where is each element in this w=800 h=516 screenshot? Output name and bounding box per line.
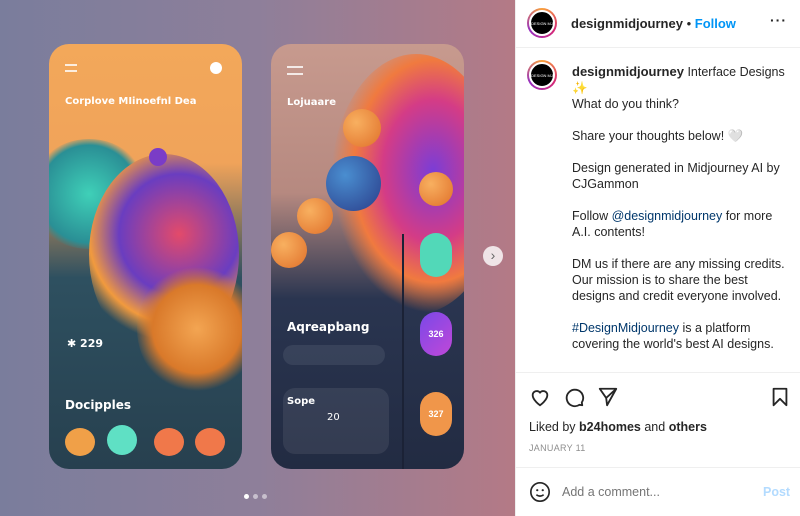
action-bar: Liked by b24homes and others JANUARY 11 xyxy=(516,372,800,482)
avatar-logo: DESIGN MJ xyxy=(529,10,555,36)
phone2-pill-purple: 326 xyxy=(420,312,452,356)
emoji-icon[interactable] xyxy=(529,481,551,503)
phone2-heading: Aqreapbang xyxy=(287,320,370,334)
phone1-title: Corplove MIinoefnl Dea xyxy=(65,96,197,107)
art-sphere xyxy=(149,148,167,166)
likes-summary[interactable]: Liked by b24homes and others xyxy=(529,420,707,434)
username-link[interactable]: designmidjourney xyxy=(571,16,683,31)
menu-icon xyxy=(65,64,77,72)
likes-text: Liked by xyxy=(529,420,580,434)
post-side-panel: DESIGN MJ designmidjourney • Follow ··· … xyxy=(515,0,800,516)
caption: designmidjourney Interface Designs ✨ Wha… xyxy=(572,64,792,352)
circle-button xyxy=(65,428,95,456)
phone2-pill-orange: 327 xyxy=(420,392,452,436)
art-sphere xyxy=(326,156,381,211)
post-media-carousel[interactable]: Corplove MIinoefnl Dea ✱ 229 Docipples L… xyxy=(0,0,515,516)
phone1-section: Docipples xyxy=(65,398,132,412)
likes-others-link[interactable]: others xyxy=(669,420,707,434)
like-heart-icon[interactable] xyxy=(529,386,551,408)
circle-button xyxy=(107,425,137,455)
art-sphere xyxy=(343,109,381,147)
share-send-icon[interactable] xyxy=(597,386,619,408)
comment-input[interactable] xyxy=(562,482,752,502)
phone1-stat: ✱ 229 xyxy=(67,337,104,350)
caption-text: Follow xyxy=(572,209,612,223)
hashtag-link[interactable]: #DesignMidjourney xyxy=(572,321,679,335)
phone2-title: Lojuaare xyxy=(287,97,336,108)
comment-bar: Post xyxy=(516,467,800,516)
circle-button xyxy=(154,428,184,456)
more-options-icon[interactable]: ··· xyxy=(770,12,787,28)
card-title: Sope xyxy=(287,396,316,407)
toggle-icon xyxy=(210,62,222,74)
carousel-indicator xyxy=(244,494,267,499)
post-date[interactable]: JANUARY 11 xyxy=(529,443,586,453)
phone2-card: Sope 20 xyxy=(283,388,389,454)
liked-by-user-link[interactable]: b24homes xyxy=(579,420,641,434)
art-sphere xyxy=(271,232,307,268)
next-slide-button[interactable]: › xyxy=(483,246,503,266)
art-sphere xyxy=(297,198,333,234)
caption-username[interactable]: designmidjourney xyxy=(572,64,684,79)
carousel-dot xyxy=(253,494,258,499)
phone-mockup-1: Corplove MIinoefnl Dea ✱ 229 Docipples xyxy=(49,44,242,469)
avatar[interactable]: DESIGN MJ xyxy=(527,8,557,38)
caption-text: Share your thoughts below! 🤍 xyxy=(572,129,744,143)
phone1-stat-value: 229 xyxy=(80,337,104,350)
art-sphere xyxy=(419,172,453,206)
post-header: DESIGN MJ designmidjourney • Follow ··· xyxy=(516,0,800,48)
follow-button[interactable]: Follow xyxy=(695,16,736,31)
menu-icon xyxy=(287,66,303,75)
phone-mockup-2: Lojuaare Aqreapbang Sope 20 326 327 xyxy=(271,44,464,469)
caption-text: DM us if there are any missing credits. … xyxy=(572,257,785,303)
post-comment-button[interactable]: Post xyxy=(763,485,790,499)
carousel-dot xyxy=(244,494,249,499)
carousel-dot xyxy=(262,494,267,499)
likes-text: and xyxy=(640,420,669,434)
avatar-logo: DESIGN MJ xyxy=(529,62,555,88)
caption-avatar[interactable]: DESIGN MJ xyxy=(527,60,557,90)
circle-button xyxy=(195,428,225,456)
separator-dot: • xyxy=(686,16,695,31)
phone2-field xyxy=(283,345,385,365)
caption-text: Design generated in Midjourney AI by CJG… xyxy=(572,161,780,191)
divider xyxy=(402,234,404,469)
mention-link[interactable]: @designmidjourney xyxy=(612,209,723,223)
card-value: 20 xyxy=(327,412,340,423)
phone2-pill-teal xyxy=(420,233,452,277)
caption-text: What do you think? xyxy=(572,97,680,111)
art-shape xyxy=(137,264,242,394)
comment-icon[interactable] xyxy=(563,386,585,408)
bookmark-save-icon[interactable] xyxy=(769,386,791,408)
